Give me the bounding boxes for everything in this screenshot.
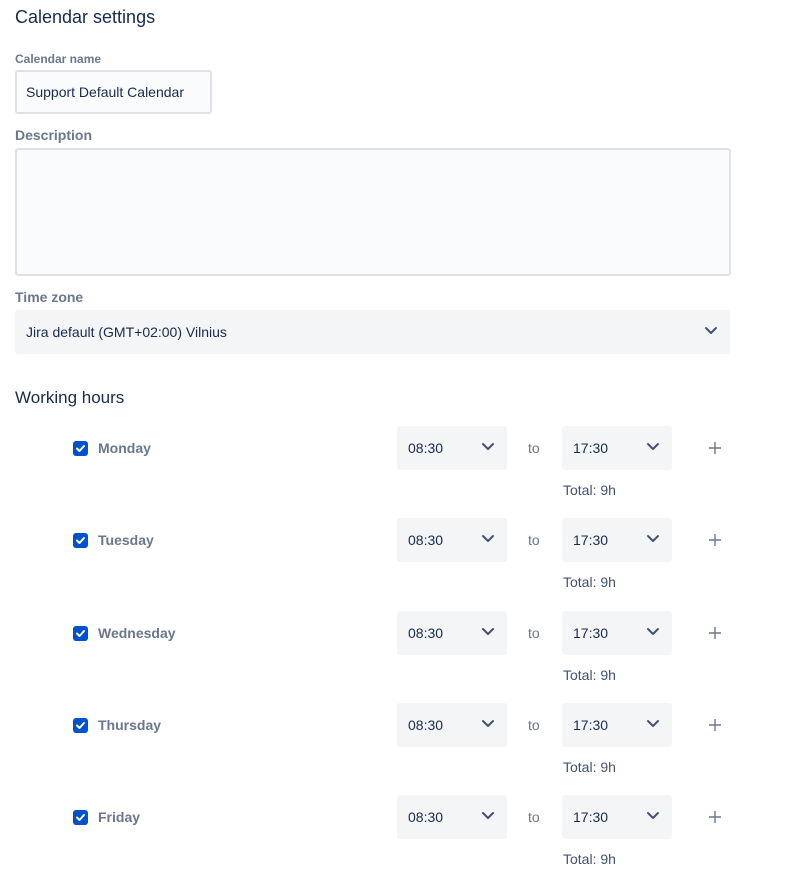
check-icon	[76, 445, 85, 452]
start-time-select[interactable]: 08:30	[397, 611, 507, 655]
check-icon	[76, 630, 85, 637]
total-hours: Total: 9h	[563, 667, 616, 683]
plus-icon[interactable]	[708, 441, 722, 455]
chevron-down-icon	[705, 327, 717, 334]
start-time-value: 08:30	[408, 625, 444, 641]
to-label: to	[528, 809, 540, 825]
day-row-monday: Monday 08:30 to 17:30 Total: 9h	[0, 426, 785, 506]
chevron-down-icon	[482, 720, 494, 727]
end-time-select[interactable]: 17:30	[562, 611, 672, 655]
plus-icon[interactable]	[708, 718, 722, 732]
check-icon	[76, 722, 85, 729]
total-hours: Total: 9h	[563, 759, 616, 775]
plus-icon[interactable]	[708, 533, 722, 547]
description-textarea[interactable]	[15, 148, 731, 276]
day-checkbox-tuesday[interactable]	[73, 533, 88, 548]
chevron-down-icon	[482, 628, 494, 635]
end-time-select[interactable]: 17:30	[562, 426, 672, 470]
end-time-value: 17:30	[573, 717, 609, 733]
start-time-select[interactable]: 08:30	[397, 795, 507, 839]
day-row-friday: Friday 08:30 to 17:30 Total: 9h	[0, 795, 785, 875]
start-time-select[interactable]: 08:30	[397, 518, 507, 562]
chevron-down-icon	[647, 535, 659, 542]
end-time-select[interactable]: 17:30	[562, 795, 672, 839]
day-label: Monday	[98, 440, 151, 456]
chevron-down-icon	[647, 628, 659, 635]
to-label: to	[528, 625, 540, 641]
day-label: Thursday	[98, 717, 162, 733]
calendar-name-label: Calendar name	[15, 52, 102, 66]
start-time-select[interactable]: 08:30	[397, 703, 507, 747]
start-time-value: 08:30	[408, 532, 444, 548]
day-checkbox-friday[interactable]	[73, 810, 88, 825]
day-row-tuesday: Tuesday 08:30 to 17:30 Total: 9h	[0, 518, 785, 598]
day-label: Wednesday	[98, 625, 176, 641]
start-time-value: 08:30	[408, 717, 444, 733]
start-time-value: 08:30	[408, 809, 444, 825]
check-icon	[76, 537, 85, 544]
chevron-down-icon	[647, 812, 659, 819]
total-hours: Total: 9h	[563, 574, 616, 590]
start-time-value: 08:30	[408, 440, 444, 456]
day-label: Friday	[98, 809, 141, 825]
end-time-value: 17:30	[573, 532, 609, 548]
total-hours: Total: 9h	[563, 482, 616, 498]
day-label: Tuesday	[98, 532, 154, 548]
timezone-select[interactable]: Jira default (GMT+02:00) Vilnius	[15, 310, 730, 354]
calendar-name-input[interactable]	[15, 70, 212, 114]
plus-icon[interactable]	[708, 810, 722, 824]
day-checkbox-thursday[interactable]	[73, 718, 88, 733]
chevron-down-icon	[482, 535, 494, 542]
day-checkbox-monday[interactable]	[73, 441, 88, 456]
page-title: Calendar settings	[15, 7, 156, 27]
start-time-select[interactable]: 08:30	[397, 426, 507, 470]
total-hours: Total: 9h	[563, 851, 616, 867]
chevron-down-icon	[482, 443, 494, 450]
end-time-value: 17:30	[573, 625, 609, 641]
plus-icon[interactable]	[708, 626, 722, 640]
day-row-thursday: Thursday 08:30 to 17:30 Total: 9h	[0, 703, 785, 783]
timezone-label: Time zone	[15, 289, 84, 305]
end-time-select[interactable]: 17:30	[562, 518, 672, 562]
day-row-wednesday: Wednesday 08:30 to 17:30 Total: 9h	[0, 611, 785, 691]
check-icon	[76, 814, 85, 821]
working-hours-title: Working hours	[15, 388, 125, 407]
chevron-down-icon	[647, 443, 659, 450]
chevron-down-icon	[482, 812, 494, 819]
end-time-select[interactable]: 17:30	[562, 703, 672, 747]
to-label: to	[528, 440, 540, 456]
to-label: to	[528, 532, 540, 548]
timezone-value: Jira default (GMT+02:00) Vilnius	[26, 324, 227, 340]
day-checkbox-wednesday[interactable]	[73, 626, 88, 641]
to-label: to	[528, 717, 540, 733]
chevron-down-icon	[647, 720, 659, 727]
end-time-value: 17:30	[573, 809, 609, 825]
end-time-value: 17:30	[573, 440, 609, 456]
description-label: Description	[15, 127, 93, 143]
